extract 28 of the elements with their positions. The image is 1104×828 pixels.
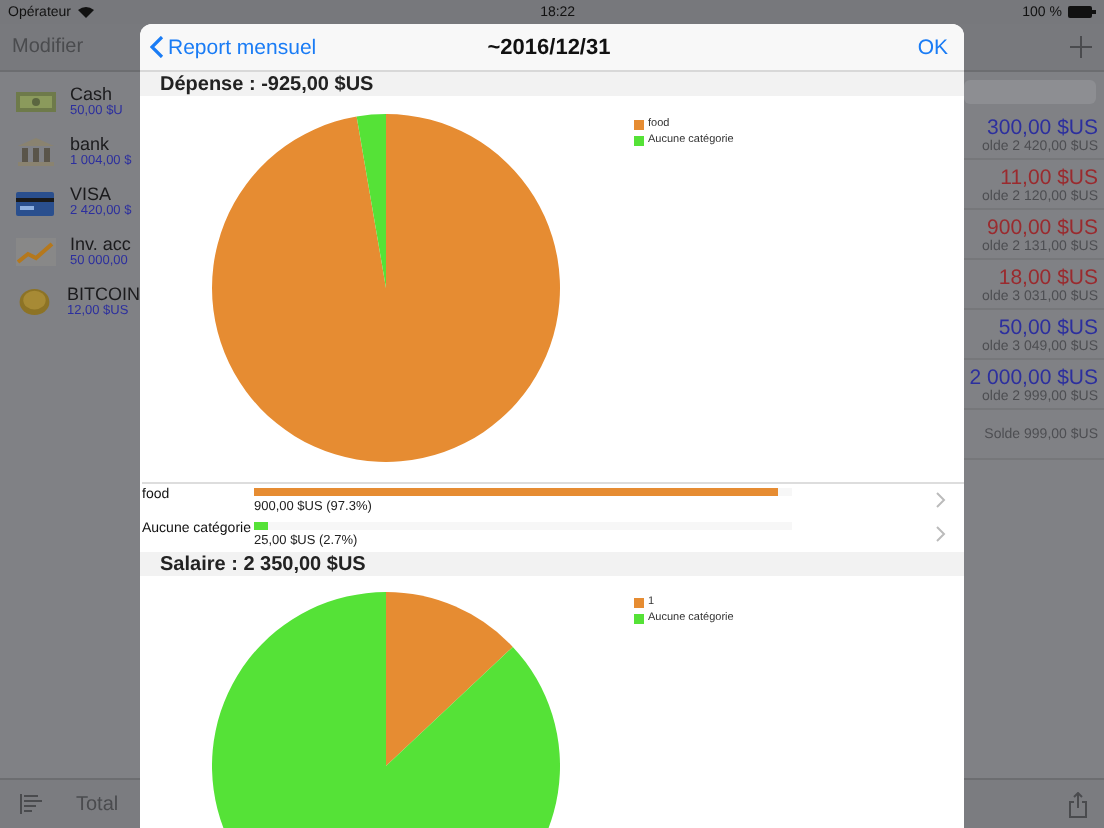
section-header: Dépense : -925,00 $US <box>140 72 964 96</box>
wifi-icon <box>77 6 94 18</box>
ok-button[interactable]: OK <box>917 35 948 59</box>
chevron-right-icon[interactable] <box>936 492 946 508</box>
transaction-amount: 50,00 $US <box>998 315 1098 339</box>
transaction-amount: 2 000,00 $US <box>969 365 1098 389</box>
section-header: Salaire : 2 350,00 $US <box>140 552 964 576</box>
add-icon[interactable] <box>1070 36 1092 58</box>
coin-icon <box>14 285 55 317</box>
chevron-right-icon[interactable] <box>936 526 946 542</box>
share-icon[interactable] <box>1068 791 1088 817</box>
transaction-amount: 300,00 $US <box>987 115 1098 139</box>
chevron-left-icon <box>150 36 164 58</box>
account-name: Inv. acc <box>70 234 131 254</box>
search-field[interactable] <box>964 80 1096 104</box>
transaction-amount: 11,00 $US <box>1000 165 1098 189</box>
account-name: BITCOIN <box>66 284 140 304</box>
list-icon[interactable] <box>20 794 42 814</box>
dialog-title: ~2016/12/31 <box>487 35 611 59</box>
battery-icon <box>1067 6 1096 18</box>
transaction-amount: 900,00 $US <box>987 215 1098 239</box>
account-name: VISA <box>70 184 114 204</box>
back-button[interactable]: Report mensuel <box>150 35 317 59</box>
bank-icon <box>14 135 58 167</box>
account-name: bank <box>70 134 112 154</box>
account-name: Cash <box>70 84 115 104</box>
rising-chart-icon <box>14 235 58 267</box>
transaction-amount: 18,00 $US <box>998 265 1098 289</box>
